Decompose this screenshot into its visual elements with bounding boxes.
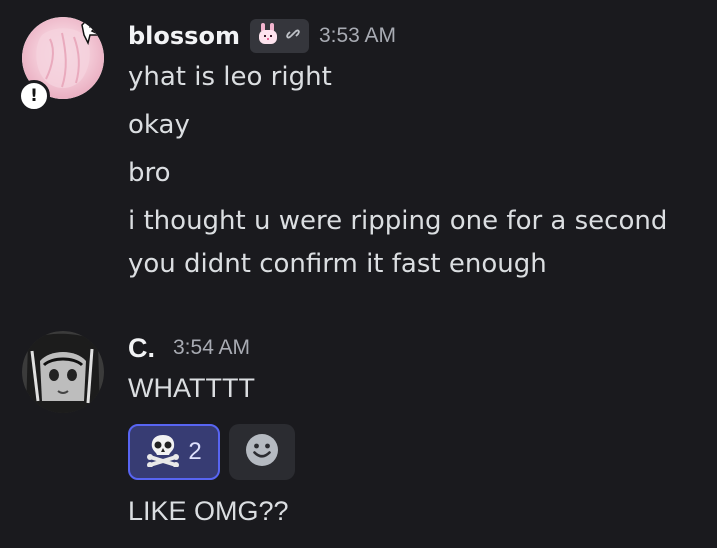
author-name[interactable]: C.	[128, 333, 155, 364]
message-header: C. 3:54 AM	[128, 330, 250, 366]
skull-and-crossbones-icon	[146, 433, 180, 471]
message-text: LIKE OMG??	[128, 496, 289, 526]
reaction-skull[interactable]: 2	[128, 424, 220, 480]
add-reaction-button[interactable]	[229, 424, 295, 480]
avatar-c[interactable]	[22, 331, 104, 413]
chat-message-list: ! blossom 3:53 AM yhat is leo right okay…	[0, 0, 717, 548]
reaction-count: 2	[188, 438, 202, 465]
message-group-c: C. 3:54 AM WHATTTT 2 LIKE OMG??	[0, 0, 717, 548]
smiley-icon	[244, 432, 280, 472]
message-timestamp: 3:54 AM	[173, 336, 251, 359]
message-text: WHATTTT	[128, 373, 255, 403]
